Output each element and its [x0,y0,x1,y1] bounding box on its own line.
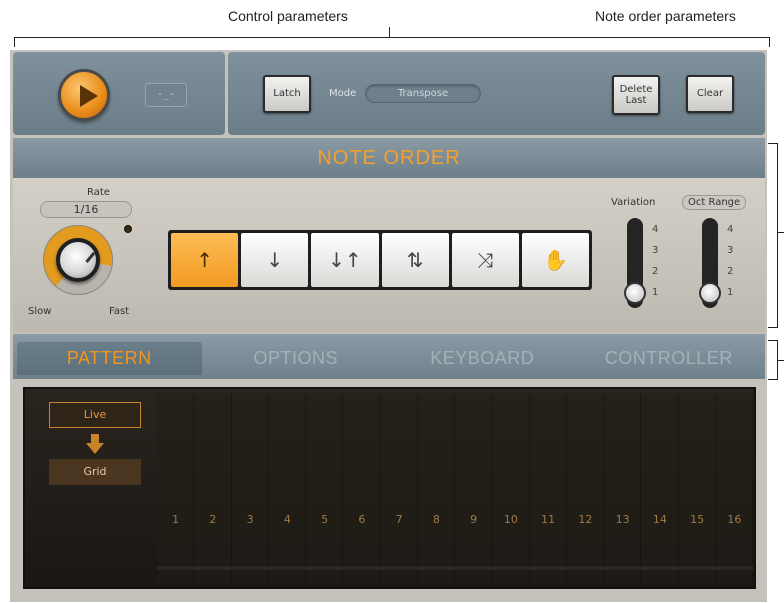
annotation-bracket-note-order [768,143,778,328]
step-column[interactable] [194,393,232,583]
rate-value-display[interactable]: 1/16 [40,201,132,218]
tab-controller[interactable]: CONTROLLER [577,342,762,375]
variation-scale-3: 3 [652,245,659,256]
annotation-bracket-top [14,37,770,47]
step-number: 3 [246,513,254,526]
converge-arrows-icon: ⇅ [406,248,424,272]
pattern-step-columns[interactable] [157,393,753,583]
step-column[interactable] [641,393,679,583]
order-up-button[interactable]: ↑ [171,233,239,287]
step-column[interactable] [157,393,195,583]
step-column[interactable] [343,393,381,583]
play-button[interactable] [58,69,110,121]
rate-label: Rate [87,187,110,198]
step-column[interactable] [417,393,455,583]
oct-range-scale-3: 3 [727,245,734,256]
step-number: 4 [283,513,291,526]
note-order-title: NOTE ORDER [13,138,765,178]
mode-label: Mode [329,88,357,99]
arrow-up-icon: ↑ [196,248,213,272]
step-number: 13 [615,513,630,526]
annotation-bracket-tabs [768,340,778,380]
step-number: 5 [321,513,329,526]
tab-options[interactable]: OPTIONS [204,342,389,375]
step-display-icon[interactable]: -_- [145,83,187,107]
latch-button[interactable]: Latch [263,75,311,113]
step-number: 8 [432,513,440,526]
order-down-button[interactable]: ↓ [241,233,309,287]
delete-last-button[interactable]: Delete Last [612,75,660,115]
oct-range-slider-thumb[interactable] [699,282,721,304]
delete-last-label-line1: Delete [619,84,653,95]
step-column[interactable] [604,393,642,583]
order-down-up-button[interactable]: ↓↑ [311,233,379,287]
step-column[interactable] [678,393,716,583]
pattern-baseline [157,566,753,570]
tab-keyboard[interactable]: KEYBOARD [390,342,575,375]
note-order-section: Rate 1/16 Slow Fast ↑ ↓ ↓↑ ⇅ ⤨ ✋ Variati… [13,178,765,332]
mode-select[interactable]: Transpose [365,84,481,103]
tab-pattern[interactable]: PATTERN [17,342,202,375]
note-order-buttons: ↑ ↓ ↓↑ ⇅ ⤨ ✋ [168,230,592,290]
step-number: 16 [727,513,742,526]
hand-icon: ✋ [542,248,568,272]
step-number: 15 [690,513,705,526]
step-column[interactable] [715,393,753,583]
step-column[interactable] [306,393,344,583]
clear-button[interactable]: Clear [686,75,734,113]
control-parameters-annotation: Control parameters [228,8,348,24]
pattern-grid-panel: Live Grid 1 2 3 4 5 6 7 8 9 10 11 12 13 … [23,387,756,589]
order-random-button[interactable]: ⤨ [451,233,519,287]
control-panel: -_- [13,52,225,135]
oct-range-scale-1: 1 [727,287,734,298]
annotation-tick-right [778,232,784,233]
annotation-tick-right2 [778,360,784,361]
oct-range-scale-2: 2 [727,266,734,277]
step-column[interactable] [455,393,493,583]
step-numbers: 1 2 3 4 5 6 7 8 9 10 11 12 13 14 15 16 [157,513,753,526]
step-number: 12 [578,513,593,526]
arrow-down-icon: ↓ [266,248,284,272]
step-number: 10 [503,513,518,526]
step-number: 9 [470,513,478,526]
variation-label: Variation [611,197,656,208]
step-column[interactable] [380,393,418,583]
note-order-parameters-annotation: Note order parameters [595,8,736,24]
step-number: 7 [395,513,403,526]
annotation-tick [389,27,390,37]
step-number: 2 [209,513,217,526]
variation-slider-thumb[interactable] [624,282,646,304]
order-outside-in-button[interactable]: ⇅ [381,233,449,287]
step-number: 6 [358,513,366,526]
step-column[interactable] [529,393,567,583]
section-tabs: PATTERN OPTIONS KEYBOARD CONTROLLER [13,334,765,379]
fast-label: Fast [109,306,130,317]
variation-scale-2: 2 [652,266,659,277]
step-number: 11 [541,513,556,526]
note-order-parameters-panel: Latch Mode Transpose Delete Last Clear [228,52,765,135]
slow-label: Slow [28,306,52,317]
rate-knob[interactable] [56,238,100,282]
step-number: 1 [172,513,180,526]
oct-range-scale-4: 4 [727,224,734,235]
step-column[interactable] [566,393,604,583]
random-shuffle-icon: ⤨ [477,248,494,272]
live-button[interactable]: Live [49,402,141,428]
down-up-arrows-icon: ↓↑ [328,248,362,272]
step-column[interactable] [492,393,530,583]
order-as-played-button[interactable]: ✋ [521,233,590,287]
grid-button[interactable]: Grid [49,459,141,485]
step-number: 14 [652,513,667,526]
rate-sync-indicator-icon[interactable] [124,225,132,233]
step-column[interactable] [268,393,306,583]
delete-last-label-line2: Last [625,95,647,106]
variation-scale-1: 1 [652,287,659,298]
arrow-down-icon [86,434,104,454]
variation-scale-4: 4 [652,224,659,235]
step-column[interactable] [231,393,269,583]
arpeggiator-plugin: -_- Latch Mode Transpose Delete Last Cle… [10,50,767,602]
oct-range-label: Oct Range [682,195,747,210]
